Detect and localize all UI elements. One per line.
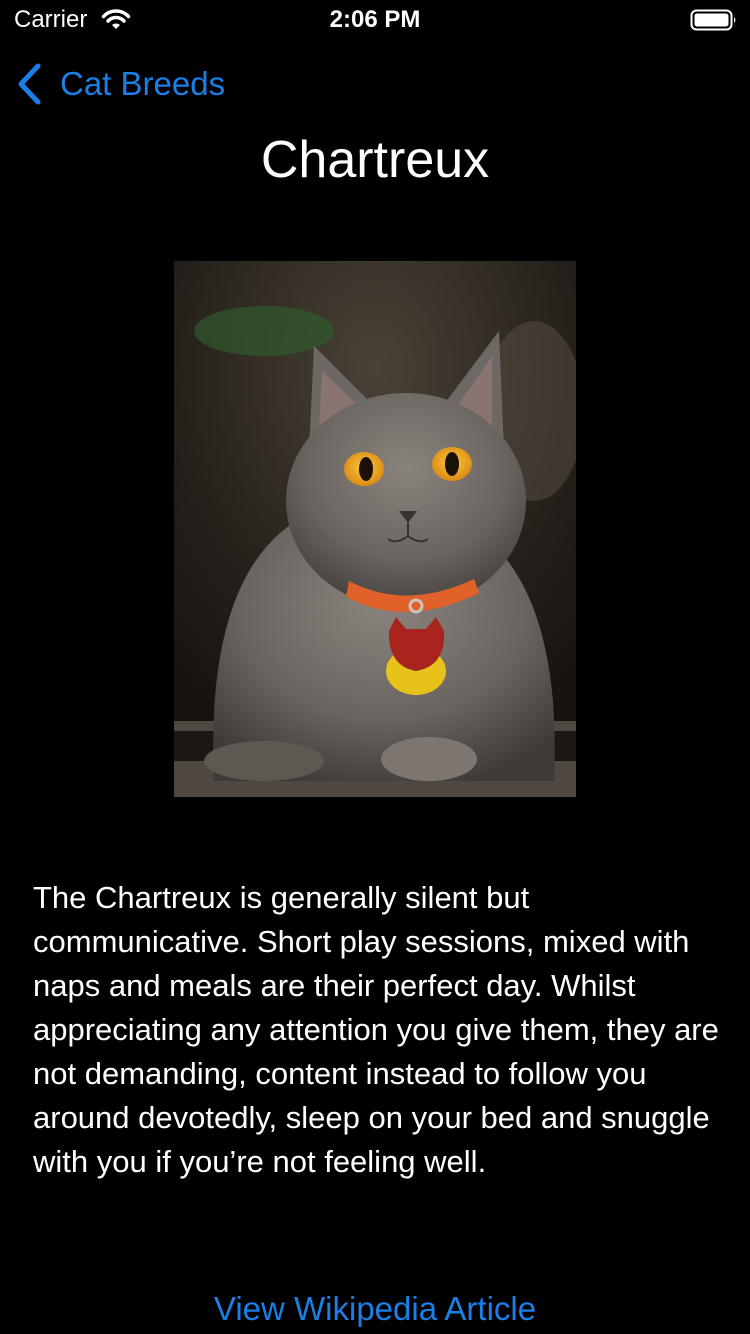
back-button[interactable]: Cat Breeds xyxy=(14,58,225,110)
battery-icon xyxy=(690,9,736,31)
page-title: Chartreux xyxy=(260,131,490,189)
back-button-label: Cat Breeds xyxy=(60,65,226,102)
status-bar: Carrier 2:06 PM xyxy=(0,0,750,40)
chevron-left-icon xyxy=(18,63,41,105)
cat-photo xyxy=(174,261,576,797)
status-time: 2:06 PM xyxy=(329,6,421,33)
wikipedia-link[interactable]: View Wikipedia Article xyxy=(0,1290,750,1328)
breed-description: The Chartreux is generally silent but co… xyxy=(33,880,719,1179)
